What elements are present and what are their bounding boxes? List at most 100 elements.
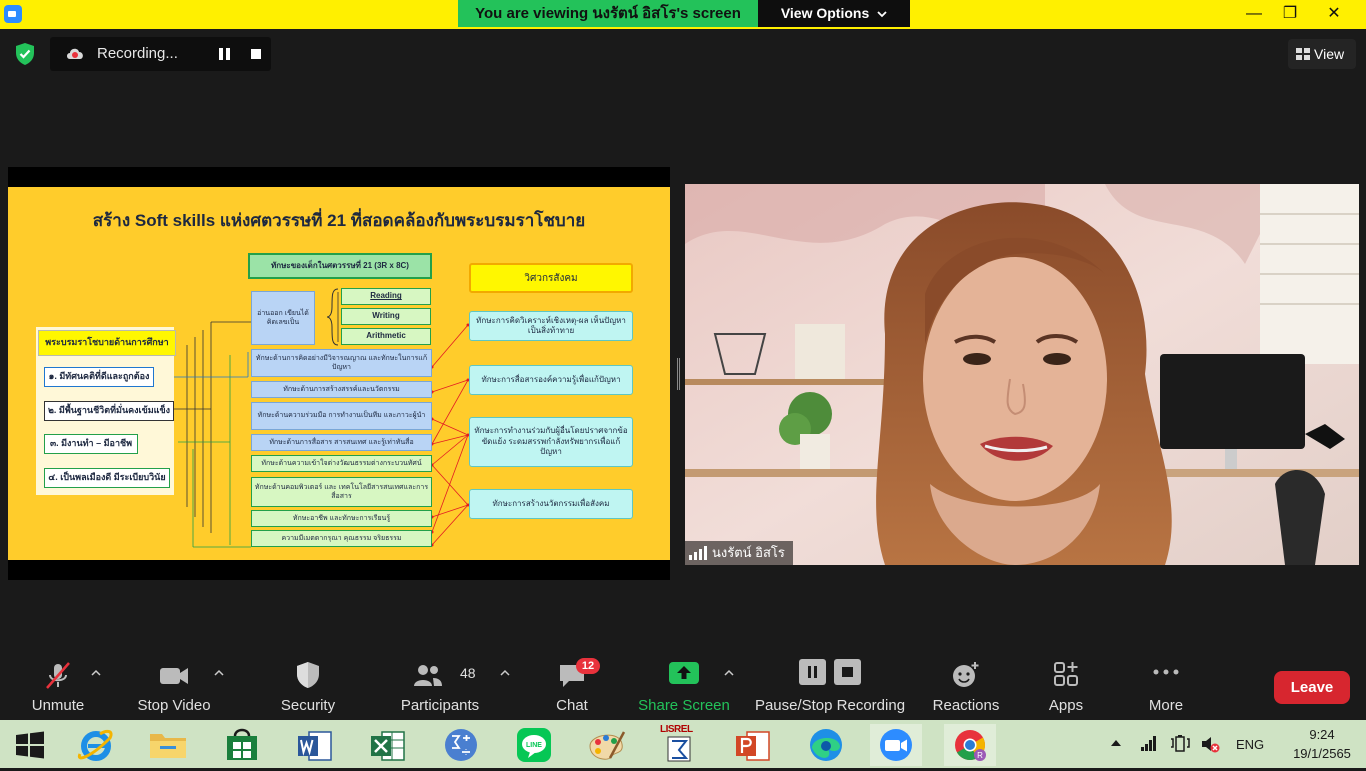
clock-time: 9:24	[1309, 727, 1335, 742]
svg-text:R: R	[977, 751, 983, 760]
video-options-caret[interactable]	[214, 666, 224, 680]
stop-recording-button[interactable]	[243, 37, 271, 71]
close-icon: ✕	[1327, 5, 1341, 22]
pause-stop-recording-icon	[799, 659, 861, 685]
eight-c-item-7: ทักษะอาชีพ และทักษะการเรียนรู้	[251, 510, 432, 527]
paint-icon	[589, 731, 626, 760]
taskbar-line[interactable]: LINE	[508, 724, 560, 766]
windows-start-icon	[16, 731, 44, 759]
pause-recording-button[interactable]	[210, 37, 240, 71]
view-layout-button[interactable]: View	[1288, 39, 1356, 69]
restore-button[interactable]: ❐	[1270, 0, 1310, 27]
social-header: วิศวกรสังคม	[469, 263, 633, 293]
pause-icon	[219, 48, 230, 60]
more-label: More	[1148, 697, 1184, 714]
stop-icon	[251, 49, 261, 59]
cloud-recording-icon	[67, 48, 83, 59]
participant-name: นงรัตน์ อิสโร	[712, 545, 785, 560]
audio-options-caret[interactable]	[91, 666, 101, 680]
policy-item-4: ๔. เป็นพลเมืองดี มีระเบียบวินัย	[44, 468, 170, 488]
chrome-icon: R	[955, 730, 986, 761]
stop-video-button[interactable]: Stop Video	[132, 648, 216, 720]
chevron-up-icon	[724, 669, 734, 676]
security-button[interactable]: Security	[268, 648, 348, 720]
webcam-feed-image	[685, 184, 1359, 565]
taskbar-zoom[interactable]	[870, 724, 922, 766]
minimize-button[interactable]: —	[1234, 0, 1274, 27]
clock[interactable]: 9:24 19/1/2565	[1286, 725, 1358, 763]
input-language[interactable]: ENG	[1236, 737, 1264, 752]
reactions-button[interactable]: Reactions	[928, 648, 1004, 720]
lisrel-label: LISREL	[660, 724, 693, 735]
taskbar-powerpoint[interactable]	[727, 724, 779, 766]
restore-icon: ❐	[1282, 5, 1298, 22]
chevron-up-icon	[500, 669, 510, 676]
close-button[interactable]: ✕	[1314, 0, 1354, 27]
show-hidden-icons-chevron-icon[interactable]	[1110, 738, 1122, 748]
pause-stop-recording-label: Pause/Stop Recording	[754, 697, 906, 714]
taskbar-paint[interactable]	[580, 724, 632, 766]
participants-button[interactable]: 48 Participants	[398, 648, 482, 720]
taskbar-chrome[interactable]: R	[944, 724, 996, 766]
three-r-arithmetic: Arithmetic	[341, 328, 431, 345]
file-explorer-icon	[150, 734, 186, 758]
taskbar-file-explorer[interactable]	[142, 724, 194, 766]
unmute-button[interactable]: Unmute	[18, 648, 98, 720]
chevron-up-icon	[91, 669, 101, 676]
chat-unread-badge: 12	[576, 658, 600, 674]
apps-button[interactable]: Apps	[1034, 648, 1098, 720]
emoji-reaction-icon	[953, 662, 979, 687]
chevron-down-icon	[877, 11, 887, 18]
encryption-shield-icon[interactable]	[14, 42, 36, 66]
zoom-icon	[880, 729, 912, 761]
share-screen-label: Share Screen	[638, 697, 730, 714]
taskbar-lisrel[interactable]: LISREL	[654, 724, 706, 766]
excel-icon	[371, 731, 405, 761]
muted-microphone-icon	[46, 662, 70, 689]
line-icon: LINE	[517, 728, 551, 762]
view-options-label: View Options	[780, 5, 870, 21]
start-button[interactable]	[4, 724, 56, 766]
eight-c-item-5: ทักษะด้านความเข้าใจต่างวัฒนธรรมต่างกระบว…	[251, 455, 432, 472]
word-icon	[298, 731, 332, 761]
volume-muted-icon[interactable]	[1200, 734, 1220, 754]
apps-icon	[1054, 662, 1078, 686]
splitter-handle[interactable]	[677, 358, 680, 390]
participants-options-caret[interactable]	[500, 666, 510, 680]
three-r-reading: Reading	[341, 288, 431, 305]
policy-item-3: ๓. มีงานทำ – มีอาชีพ	[44, 434, 138, 454]
reactions-label: Reactions	[932, 697, 1000, 714]
taskbar-math-input[interactable]	[435, 724, 487, 766]
share-options-caret[interactable]	[724, 666, 734, 680]
social-item-4: ทักษะการสร้างนวัตกรรมเพื่อสังคม	[469, 489, 633, 519]
apps-label: Apps	[1048, 697, 1084, 714]
internet-explorer-icon	[77, 729, 113, 761]
share-screen-button[interactable]: Share Screen	[636, 648, 732, 720]
taskbar-word[interactable]	[289, 724, 341, 766]
pause-stop-recording-button[interactable]: Pause/Stop Recording	[752, 648, 908, 720]
taskbar-internet-explorer[interactable]	[70, 724, 122, 766]
eight-c-item-1: ทักษะด้านการคิดอย่างมีวิจารณญาณ และทักษะ…	[251, 349, 432, 377]
more-button[interactable]: More	[1134, 648, 1198, 720]
windows-taskbar: LINE LISREL R ENG 9:24 19/1/2565	[0, 720, 1366, 768]
shared-screen: สร้าง Soft skills แห่งศตวรรษที่ 21 ที่สอ…	[8, 167, 670, 580]
leave-meeting-button[interactable]: Leave	[1274, 671, 1350, 704]
eight-c-item-3: ทักษะด้านความร่วมมือ การทำงานเป็นทีม และ…	[251, 402, 432, 430]
participants-icon	[414, 665, 442, 686]
edge-icon	[810, 729, 842, 761]
taskbar-excel[interactable]	[362, 724, 414, 766]
battery-charging-icon[interactable]	[1170, 733, 1190, 753]
viewing-banner: You are viewing นงรัตน์ อิสโร's screen	[458, 0, 758, 27]
taskbar-edge[interactable]	[800, 724, 852, 766]
view-options-button[interactable]: View Options	[758, 0, 910, 27]
security-label: Security	[280, 697, 336, 714]
taskbar-microsoft-store[interactable]	[216, 724, 268, 766]
network-signal-icon[interactable]	[1140, 734, 1158, 752]
participant-video[interactable]	[685, 184, 1359, 565]
chat-label: Chat	[556, 697, 588, 714]
view-label: View	[1314, 46, 1345, 62]
chat-button[interactable]: 12 Chat	[542, 648, 602, 720]
policy-item-2: ๒. มีพื้นฐานชีวิตที่มั่นคงเข้มแข็ง	[44, 401, 174, 421]
clock-date: 19/1/2565	[1293, 746, 1351, 761]
policy-header: พระบรมราโชบายด้านการศึกษา	[38, 330, 176, 356]
